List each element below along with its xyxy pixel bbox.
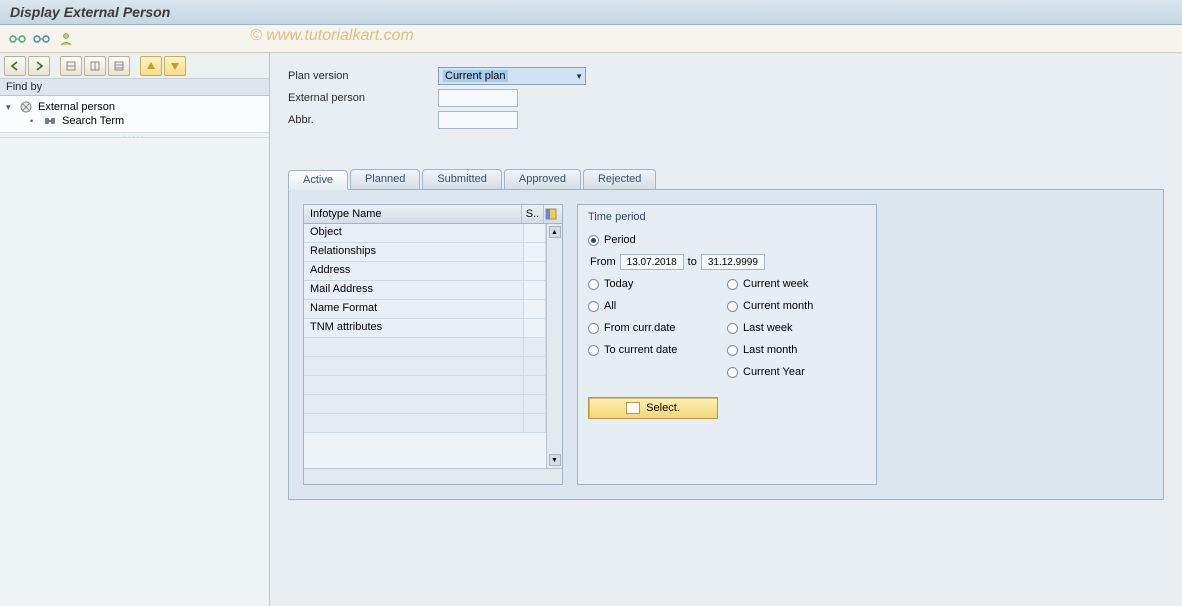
radio-last-week[interactable] [727,323,738,334]
to-label: to [688,256,697,268]
tree-child-label: Search Term [62,115,124,127]
tree-root-external-person[interactable]: ▾ External person [6,100,263,114]
external-person-input[interactable] [438,89,518,107]
table-row [304,338,546,357]
table-row [304,414,546,433]
radio-current-week-label: Current week [743,278,808,290]
radio-last-month-label: Last month [743,344,797,356]
person-icon[interactable] [56,30,76,48]
infotype-rows: Object Relationships Address Mail Addres… [304,224,546,468]
table-row[interactable]: Address [304,262,546,281]
radio-period[interactable] [588,235,599,246]
tab-rejected[interactable]: Rejected [583,169,656,189]
radio-all[interactable] [588,301,599,312]
select-button-label: Select. [646,402,680,414]
tree-toggle-icon[interactable]: ▾ [6,102,16,113]
tab-planned[interactable]: Planned [350,169,420,189]
radio-period-label: Period [604,234,636,246]
nav-forward-button[interactable] [28,56,50,76]
cell-address: Address [304,262,524,280]
watermark-text: © www.tutorialkart.com [250,27,414,45]
tree-root-label: External person [38,101,115,113]
table-row[interactable]: TNM attributes [304,319,546,338]
glasses-alt-icon[interactable] [32,30,52,48]
abbr-input[interactable] [438,111,518,129]
chevron-down-icon: ▼ [575,72,583,81]
collapse-all-button[interactable] [164,56,186,76]
table-row [304,357,546,376]
cell-tnm-attributes: TNM attributes [304,319,524,337]
col-infotype-name[interactable]: Infotype Name [304,205,522,223]
table-scrollbar[interactable]: ▲ ▼ [546,224,562,468]
tree-bullet-icon: • [30,116,40,126]
table-row[interactable]: Mail Address [304,281,546,300]
right-pane: Plan version Current plan ▼ External per… [270,53,1182,606]
infotype-table: Infotype Name S.. Object Relationships A… [303,204,563,485]
radio-to-current-date[interactable] [588,345,599,356]
to-date-input[interactable] [701,254,765,270]
select-icon [626,402,640,414]
radio-all-label: All [604,300,616,312]
radio-from-curr-label: From curr.date [604,322,676,334]
plan-version-combo[interactable]: Current plan ▼ [438,67,586,85]
radio-current-year[interactable] [727,367,738,378]
expand-all-button[interactable] [140,56,162,76]
glasses-icon[interactable] [8,30,28,48]
plan-version-label: Plan version [288,70,438,82]
radio-current-week[interactable] [727,279,738,290]
radio-current-year-label: Current Year [743,366,805,378]
plan-version-value: Current plan [443,70,508,82]
app-toolbar: © www.tutorialkart.com [0,25,1182,53]
radio-current-month-label: Current month [743,300,813,312]
abbr-label: Abbr. [288,114,438,126]
scroll-down-icon[interactable]: ▼ [549,454,561,466]
tab-submitted[interactable]: Submitted [422,169,502,189]
tool-btn-3[interactable] [108,56,130,76]
from-date-input[interactable] [620,254,684,270]
table-row[interactable]: Object [304,224,546,243]
pane-splitter[interactable]: ····· [0,132,269,138]
col-s[interactable]: S.. [522,205,544,223]
table-row [304,395,546,414]
radio-to-curr-label: To current date [604,344,677,356]
cell-relationships: Relationships [304,243,524,261]
left-toolbar [0,53,269,79]
page-title: Display External Person [0,0,1182,25]
radio-today-label: Today [604,278,633,290]
tab-panel: Infotype Name S.. Object Relationships A… [288,190,1164,500]
table-settings-icon[interactable] [544,205,562,223]
infotype-header: Infotype Name S.. [304,205,562,224]
object-tree: ▾ External person • Search Term [0,96,269,132]
radio-today[interactable] [588,279,599,290]
tab-approved[interactable]: Approved [504,169,581,189]
table-row[interactable]: Relationships [304,243,546,262]
radio-last-week-label: Last week [743,322,793,334]
external-person-label: External person [288,92,438,104]
table-row[interactable]: Name Format [304,300,546,319]
content-area: Find by ▾ External person • Search Term … [0,53,1182,606]
time-period-title: Time period [588,211,866,223]
radio-current-month[interactable] [727,301,738,312]
cancel-circle-icon [20,101,34,113]
binoculars-icon [44,115,58,127]
from-label: From [590,256,616,268]
tab-active[interactable]: Active [288,170,348,190]
cell-mail-address: Mail Address [304,281,524,299]
table-row [304,376,546,395]
scroll-up-icon[interactable]: ▲ [549,226,561,238]
tool-btn-1[interactable] [60,56,82,76]
select-button[interactable]: Select. [588,397,718,419]
radio-last-month[interactable] [727,345,738,356]
findby-header: Find by [0,79,269,96]
nav-back-button[interactable] [4,56,26,76]
table-footer [304,468,562,484]
time-period-group: Time period Period From to Today Current… [577,204,877,485]
tool-btn-2[interactable] [84,56,106,76]
status-tabstrip: Active Planned Submitted Approved Reject… [288,169,1164,190]
cell-name-format: Name Format [304,300,524,318]
radio-from-curr-date[interactable] [588,323,599,334]
left-pane: Find by ▾ External person • Search Term … [0,53,270,606]
cell-object: Object [304,224,524,242]
tree-child-search-term[interactable]: • Search Term [6,114,263,128]
